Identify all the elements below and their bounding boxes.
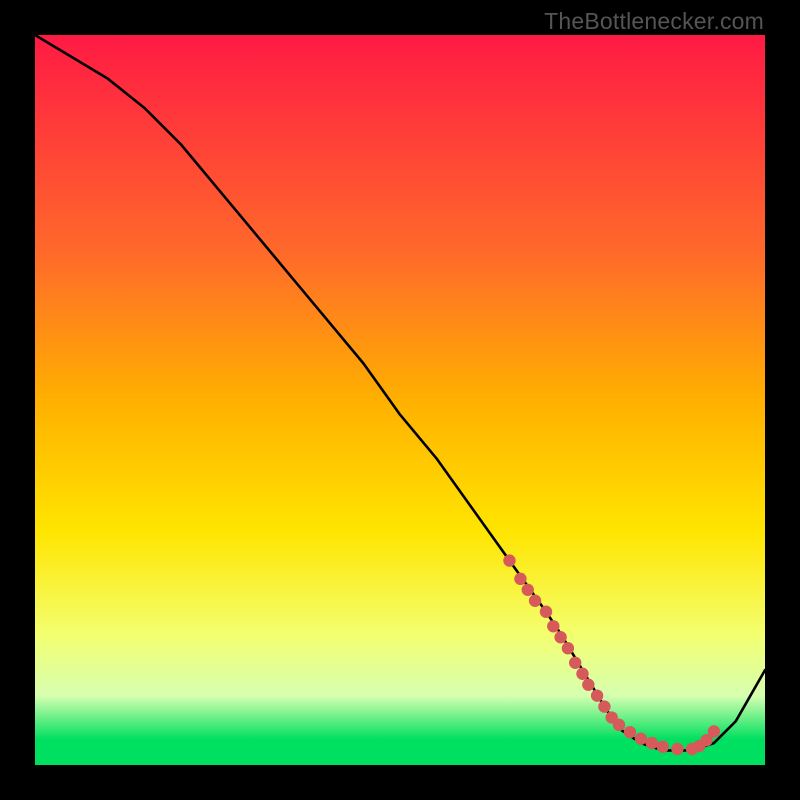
data-dot <box>540 606 552 618</box>
data-dot <box>708 725 720 737</box>
data-dot <box>635 733 647 745</box>
data-dots <box>503 554 720 755</box>
data-dot <box>503 554 515 566</box>
data-dot <box>529 595 541 607</box>
data-dot <box>613 719 625 731</box>
data-dot <box>671 743 683 755</box>
data-dot <box>569 657 581 669</box>
data-dot <box>598 700 610 712</box>
data-dot <box>591 689 603 701</box>
data-dot <box>624 726 636 738</box>
data-dot <box>646 737 658 749</box>
bottleneck-curve <box>35 35 765 750</box>
data-dot <box>576 668 588 680</box>
data-dot <box>582 679 594 691</box>
data-dot <box>522 584 534 596</box>
data-dot <box>657 741 669 753</box>
chart-overlay <box>35 35 765 765</box>
chart-stage: TheBottlenecker.com <box>0 0 800 800</box>
plot-area <box>35 35 765 765</box>
data-dot <box>562 642 574 654</box>
data-dot <box>554 631 566 643</box>
data-dot <box>547 620 559 632</box>
watermark-text: TheBottlenecker.com <box>544 8 764 35</box>
data-dot <box>514 573 526 585</box>
